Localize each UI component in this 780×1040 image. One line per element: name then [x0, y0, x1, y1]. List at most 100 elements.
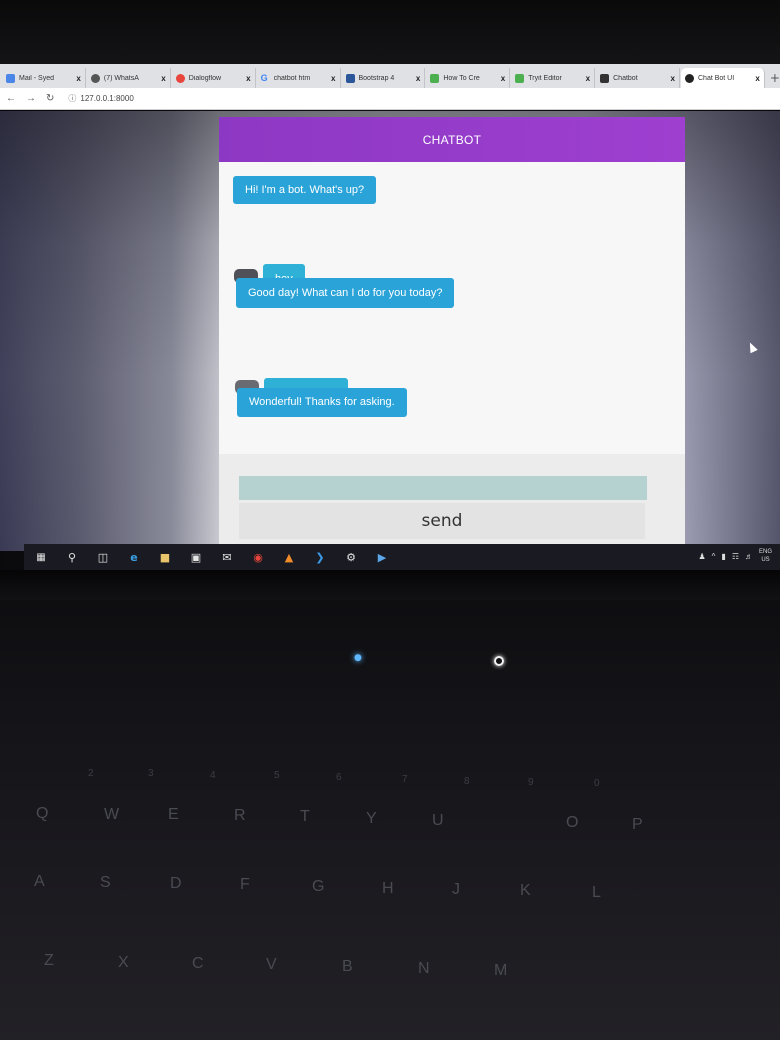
keyboard-key-icon: Y — [366, 810, 377, 827]
chat-header: CHATBOT — [219, 117, 685, 162]
tab-title: (7) WhatsA — [103, 74, 139, 82]
bot-message: Hi! I'm a bot. What's up? — [233, 176, 377, 204]
vscode-icon[interactable]: ❯ — [313, 550, 327, 564]
laptop-keyboard-deck — [0, 570, 780, 1040]
dialogflow-icon — [175, 73, 185, 83]
browser-tab[interactable]: Bootstrap 4 x — [342, 68, 426, 88]
keyboard-key-icon: U — [432, 812, 444, 829]
tab-title: chatbot htm — [273, 74, 311, 82]
search-icon[interactable]: ⚲ — [65, 550, 79, 564]
mail-icon — [6, 73, 15, 83]
close-icon[interactable]: x — [161, 74, 165, 83]
w3schools-icon — [430, 73, 440, 83]
new-tab-button[interactable]: + — [770, 68, 780, 88]
power-led-icon — [494, 656, 504, 666]
keyboard-key-icon: S — [100, 874, 111, 891]
language-code: ENG — [758, 549, 772, 555]
back-arrow-icon[interactable]: ← — [6, 93, 16, 104]
laptop-hinge — [0, 570, 780, 600]
system-tray: ♟ ^ ▮ ☶ ♬ ENG US — [698, 548, 772, 564]
keyboard-key-icon: 0 — [594, 778, 600, 789]
xampp-icon[interactable]: ▲ — [282, 550, 296, 564]
keyboard-key-icon: O — [566, 814, 579, 831]
keyboard-key-icon: P — [632, 816, 643, 833]
info-icon[interactable]: ⓘ — [68, 93, 76, 104]
send-button[interactable]: send — [239, 503, 645, 539]
screen-bezel — [0, 0, 780, 64]
keyboard-key-icon: 2 — [88, 768, 94, 779]
close-icon[interactable]: x — [671, 74, 675, 83]
chrome-icon[interactable]: ◉ — [251, 550, 265, 564]
keyboard-key-icon: R — [234, 807, 246, 824]
windows-taskbar: ▦ ⚲ ◫ e ■ ▣ ✉ ◉ ▲ ❯ ⚙ ▶ ♟ ^ ▮ ☶ ♬ ENG US — [24, 544, 780, 570]
chat-footer: send — [219, 454, 685, 551]
chat-title: CHATBOT — [422, 132, 482, 147]
browser-tab[interactable]: Gchatbot htm x — [257, 68, 341, 88]
keyboard-key-icon: D — [170, 875, 182, 892]
browser-tab[interactable]: Tryit Editor x — [511, 68, 596, 88]
google-icon: G — [260, 72, 268, 83]
browser-tab-active[interactable]: Chat Bot UI x — [681, 68, 765, 88]
volume-icon[interactable]: ♬ — [745, 552, 753, 561]
tab-title: Bootstrap 4 — [358, 74, 395, 82]
forward-arrow-icon[interactable]: → — [26, 93, 36, 104]
wifi-icon[interactable]: ☶ — [732, 552, 739, 561]
keyboard-key-icon: N — [418, 960, 430, 977]
region-code: US — [761, 557, 770, 563]
store-icon[interactable]: ▣ — [189, 550, 203, 564]
keyboard-key-icon: Q — [36, 805, 49, 822]
chevron-up-icon[interactable]: ^ — [712, 552, 716, 561]
keyboard-key-icon: 7 — [402, 774, 408, 785]
chat-messages: Hi! I'm a bot. What's up? hey Good day! … — [219, 162, 685, 454]
bootstrap-icon — [345, 73, 355, 83]
keyboard-key-icon: W — [104, 806, 120, 823]
keyboard-key-icon: F — [240, 876, 250, 893]
close-icon[interactable]: x — [755, 74, 759, 83]
close-icon[interactable]: x — [416, 74, 420, 83]
battery-icon[interactable]: ▮ — [721, 552, 725, 561]
reload-icon[interactable]: ↻ — [46, 93, 54, 104]
close-icon[interactable]: x — [331, 74, 335, 83]
keyboard-key-icon: C — [192, 955, 204, 972]
keyboard-key-icon: G — [312, 878, 325, 895]
browser-tab[interactable]: Dialogflow x — [172, 68, 256, 88]
keyboard-key-icon: B — [342, 958, 353, 975]
task-view-icon[interactable]: ◫ — [96, 550, 110, 564]
keyboard-key-icon: 8 — [464, 776, 470, 787]
powershell-icon[interactable]: ▶ — [375, 550, 389, 564]
people-icon[interactable]: ♟ — [698, 552, 705, 561]
close-icon[interactable]: x — [586, 74, 590, 83]
mail-icon[interactable]: ✉ — [220, 550, 234, 564]
browser-tab[interactable]: (7) WhatsA x — [87, 68, 171, 88]
language-indicator[interactable]: ENG US — [759, 548, 772, 564]
keyboard-key-icon: X — [118, 954, 129, 971]
browser-tab[interactable]: Chatbot x — [596, 68, 680, 88]
w3schools-icon — [515, 73, 525, 83]
keyboard-key-icon: 9 — [528, 777, 534, 788]
browser-toolbar: ← → ↻ ⓘ 127.0.0.1:8000 — [0, 88, 780, 110]
tab-title: How To Cre — [443, 74, 480, 82]
keyboard-key-icon: 3 — [148, 768, 154, 779]
keyboard-key-icon: L — [592, 884, 601, 901]
file-explorer-icon[interactable]: ■ — [158, 550, 172, 564]
windows-start-icon[interactable]: ▦ — [34, 550, 48, 564]
keyboard-key-icon: 6 — [336, 772, 342, 783]
bot-message: Wonderful! Thanks for asking. — [237, 388, 407, 417]
globe-icon — [685, 73, 694, 83]
browser-tab[interactable]: How To Cre x — [426, 68, 511, 88]
chatbot-page-icon — [600, 73, 610, 83]
laptop-photo: Mail - Syed x (7) WhatsA x Dialogflow x Gch… — [0, 0, 780, 1040]
keyboard-key-icon: K — [520, 882, 531, 899]
browser-tab[interactable]: Mail - Syed x — [2, 68, 86, 88]
message-input[interactable] — [239, 476, 647, 500]
close-icon[interactable]: x — [246, 74, 250, 83]
close-icon[interactable]: x — [76, 74, 80, 83]
address-bar[interactable]: 127.0.0.1:8000 — [80, 94, 133, 103]
keyboard-key-icon: H — [382, 880, 394, 897]
close-icon[interactable]: x — [501, 74, 505, 83]
keyboard-key-icon: V — [266, 956, 277, 973]
tab-title: Dialogflow — [188, 74, 222, 82]
tab-title: Tryit Editor — [528, 74, 562, 82]
settings-gear-icon[interactable]: ⚙ — [344, 550, 358, 564]
edge-icon[interactable]: e — [127, 550, 141, 564]
